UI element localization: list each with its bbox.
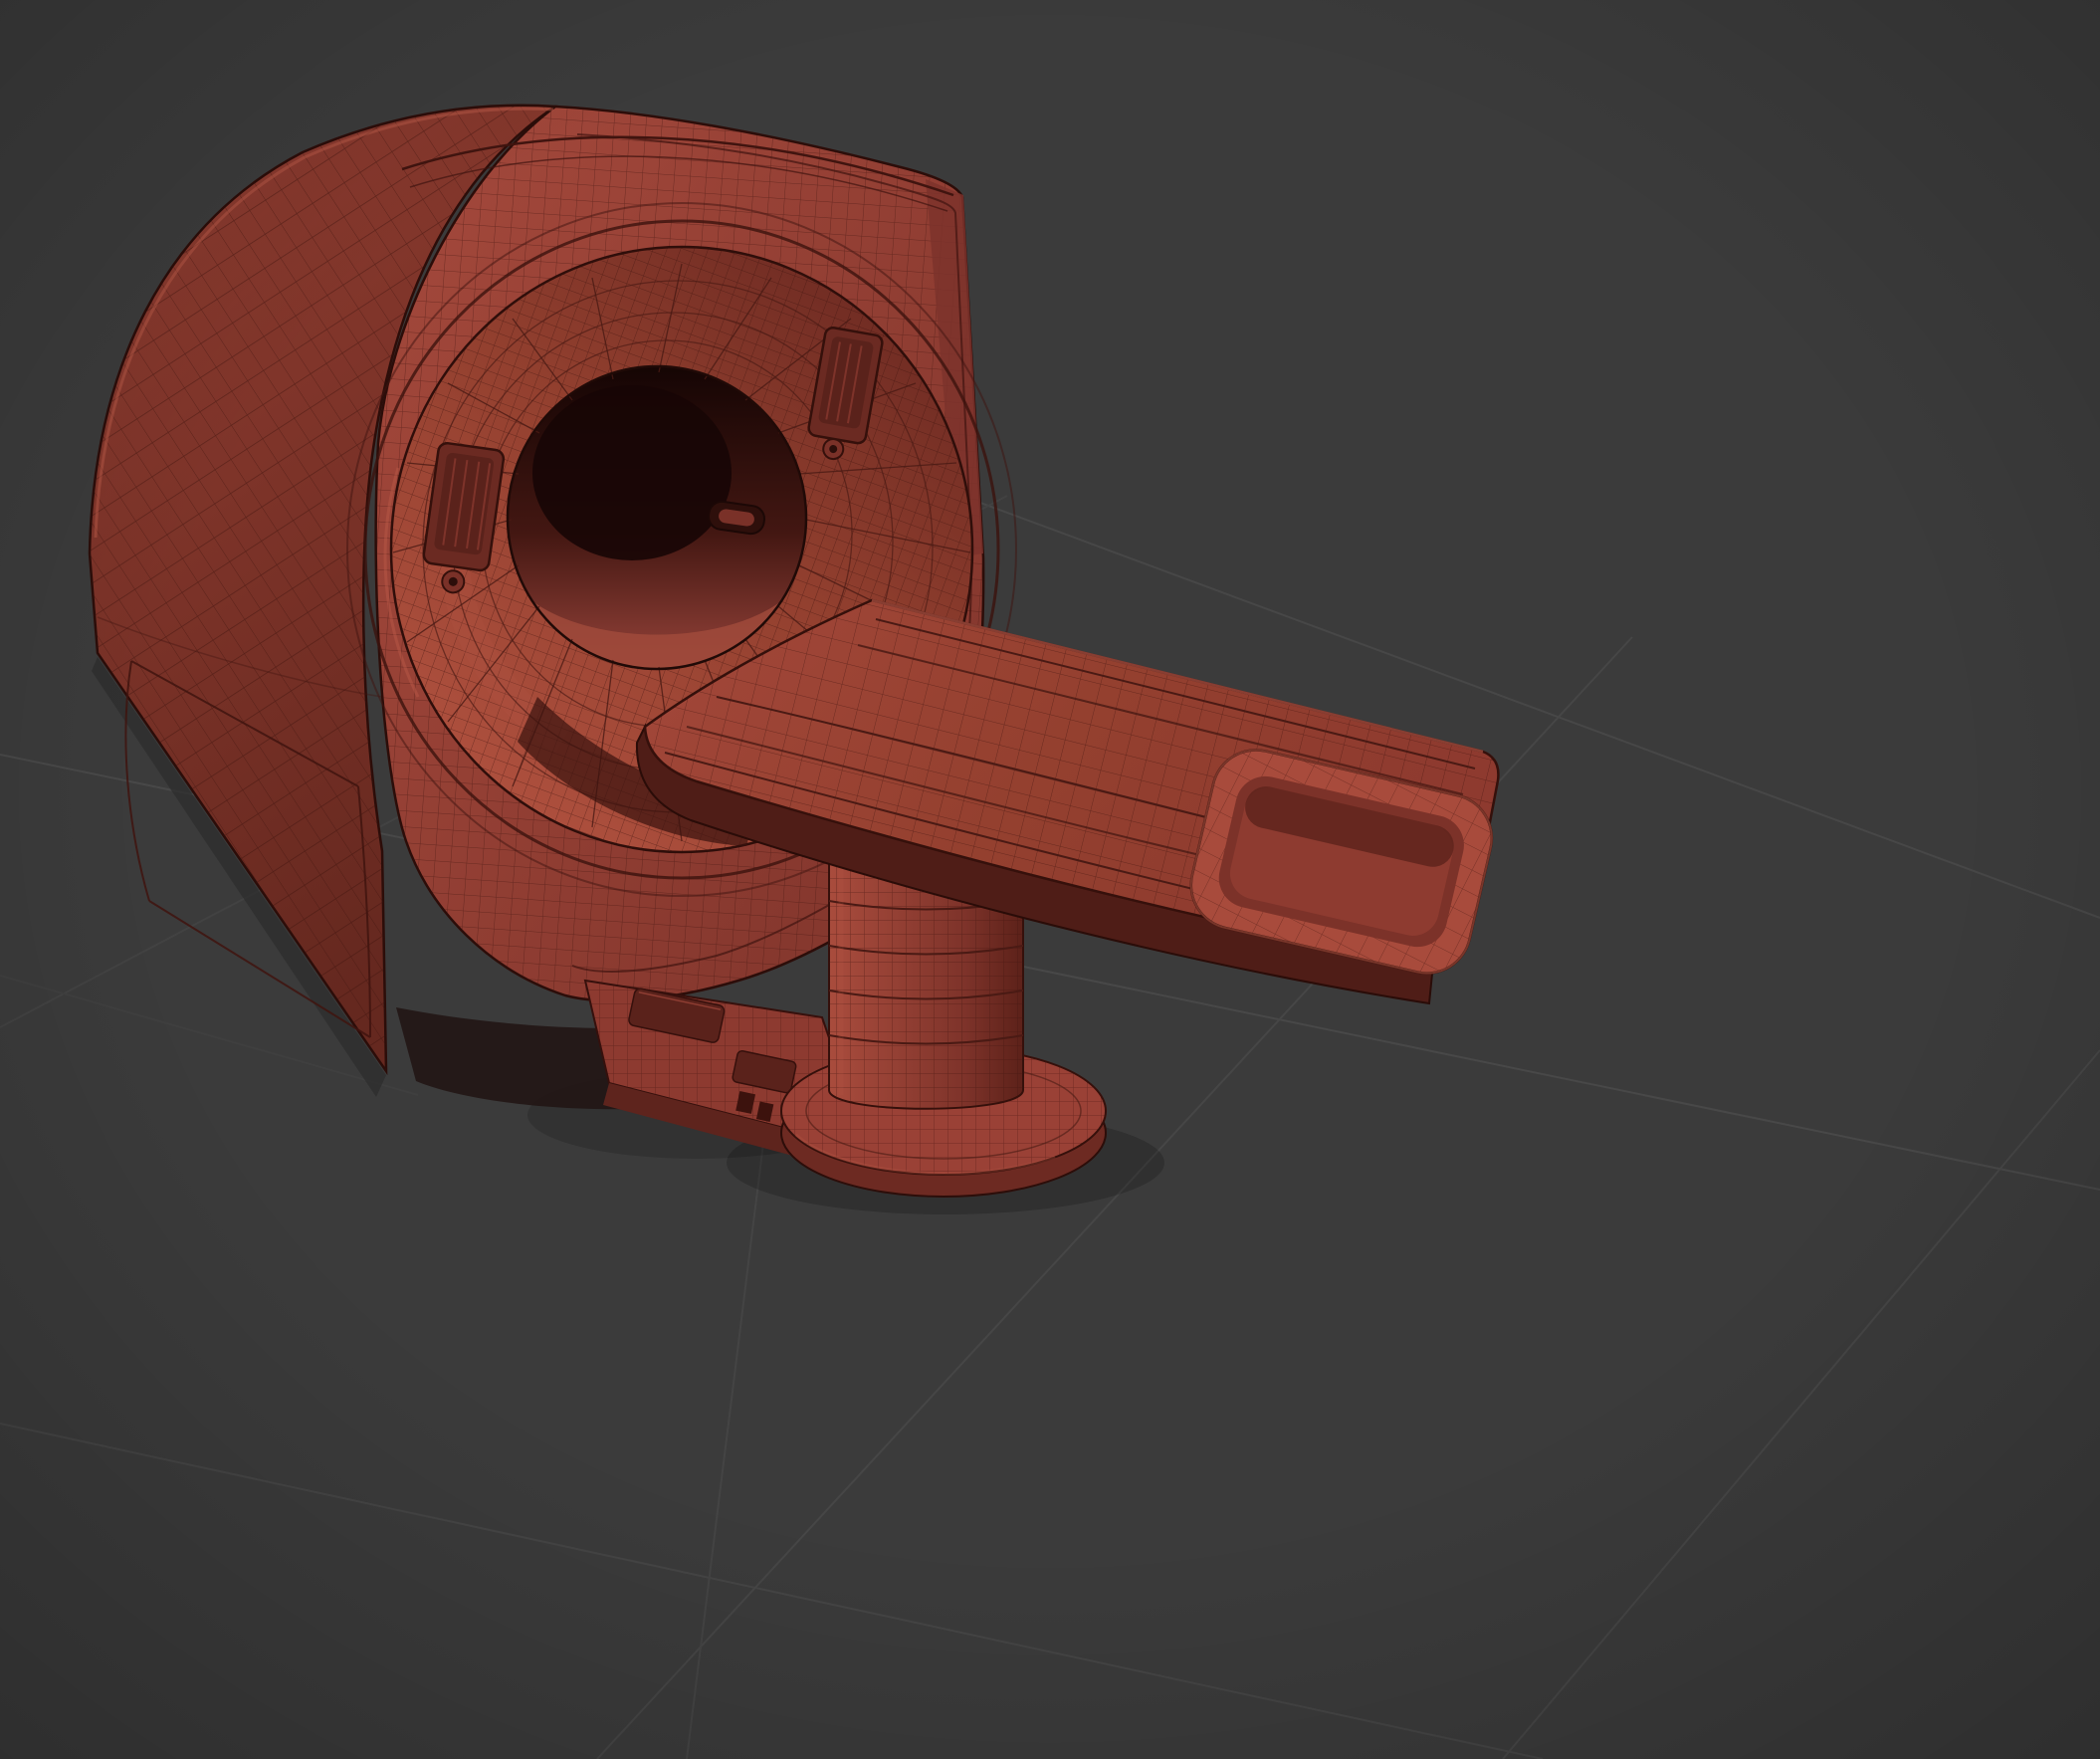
viewport-stage [0, 0, 2100, 1759]
vignette-overlay [0, 0, 2100, 1759]
viewport-canvas[interactable] [0, 0, 2100, 1759]
